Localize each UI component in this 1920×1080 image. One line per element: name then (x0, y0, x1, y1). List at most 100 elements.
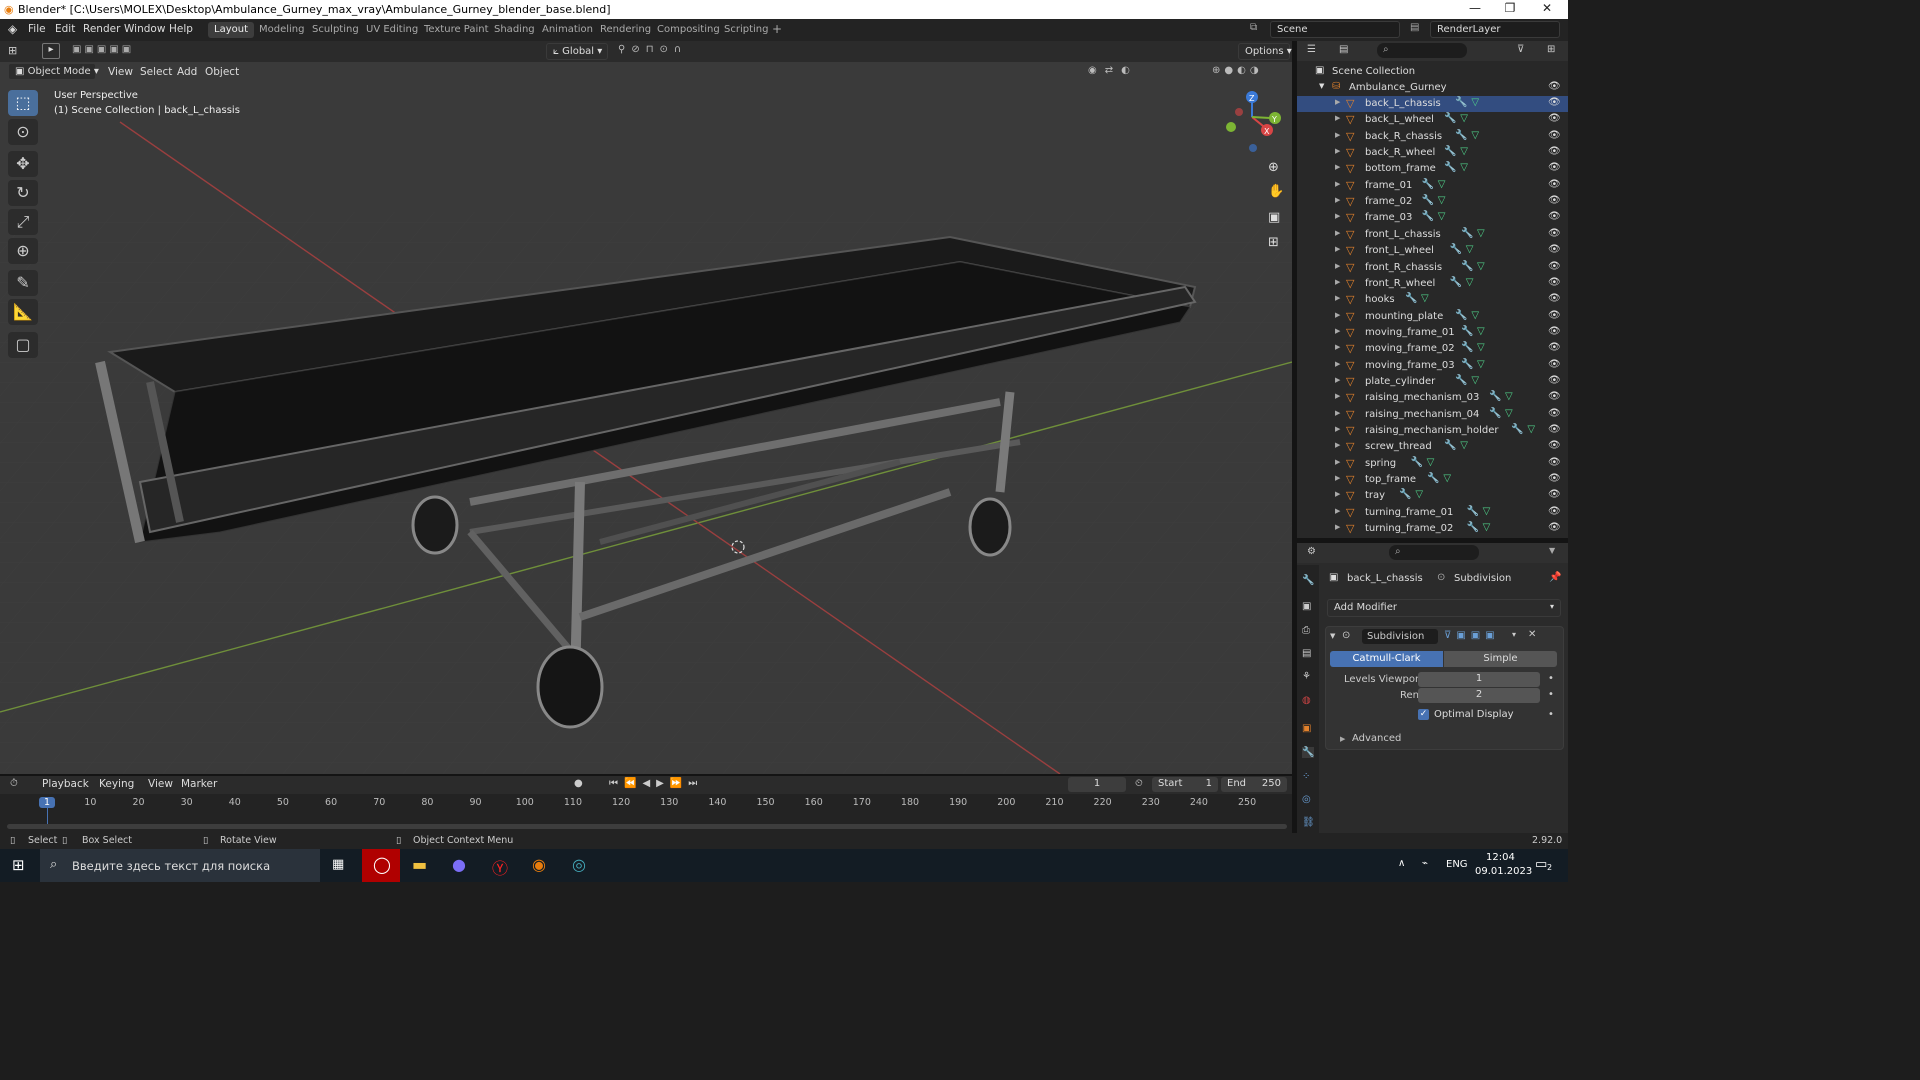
timeline-editor-icon[interactable]: ⏱ (10, 778, 18, 789)
outliner-object-row[interactable]: ▶ ▽ plate_cylinder 👁 🔧 ▽ (1297, 374, 1568, 390)
mesh-data-icon[interactable]: ▽ (1443, 473, 1451, 484)
mesh-data-icon[interactable]: ▽ (1438, 195, 1446, 206)
task-view-icon[interactable]: ▦ (332, 857, 344, 872)
mesh-data-icon[interactable]: ▽ (1477, 359, 1485, 370)
pin-icon[interactable]: 📌 (1549, 572, 1561, 583)
outliner-object-row[interactable]: ▶ ▽ moving_frame_01 👁 🔧 ▽ (1297, 325, 1568, 341)
mesh-data-icon[interactable]: ▽ (1466, 277, 1474, 288)
eye-icon[interactable]: 👁 (1548, 228, 1561, 239)
modifier-wrench-icon[interactable]: 🔧 (1422, 179, 1434, 190)
mesh-data-icon[interactable]: ▽ (1483, 506, 1491, 517)
menu-marker[interactable]: Marker (181, 778, 217, 790)
file-explorer-icon[interactable]: ▬ (412, 855, 427, 874)
physics-tab-icon[interactable]: ◎ (1302, 794, 1311, 805)
taskbar-search-box[interactable]: ⌕ Введите здесь текст для поиска (40, 849, 320, 882)
expand-arrow-icon[interactable]: ▶ (1335, 409, 1340, 417)
close-icon[interactable]: ✕ (1528, 629, 1536, 640)
yandex-browser-icon[interactable]: Ⓨ (492, 855, 508, 879)
modifier-wrench-icon[interactable]: 🔧 (1461, 228, 1473, 239)
expand-arrow-icon[interactable]: ▶ (1335, 474, 1340, 482)
modifier-wrench-icon[interactable]: 🔧 (1450, 277, 1462, 288)
mesh-data-icon[interactable]: ▽ (1477, 342, 1485, 353)
notification-icon[interactable]: ▭ (1535, 857, 1547, 872)
modifier-wrench-icon[interactable]: 🔧 (1422, 211, 1434, 222)
modifier-wrench-icon[interactable]: 🔧 (1455, 375, 1467, 386)
modifier-wrench-icon[interactable]: 🔧 (1467, 522, 1479, 533)
properties-search-input[interactable]: ⌕ (1389, 545, 1479, 560)
expand-arrow-icon[interactable]: ▶ (1335, 425, 1340, 433)
menu-file[interactable]: File (28, 23, 46, 35)
modifier-wrench-icon[interactable]: 🔧 (1455, 310, 1467, 321)
eye-icon[interactable]: 👁 (1548, 261, 1561, 272)
selection-mode-icons[interactable]: ▣▣▣▣▣ (72, 44, 134, 55)
outliner-object-row[interactable]: ▶ ▽ hooks 👁 🔧 ▽ (1297, 292, 1568, 308)
object-mode-dropdown[interactable]: ▣ Object Mode ▾ (8, 63, 99, 80)
opera-app[interactable]: ◯ (362, 849, 400, 882)
cursor-tool[interactable]: ⊙ (8, 119, 38, 145)
outliner-object-row[interactable]: ▶ ▽ frame_01 👁 🔧 ▽ (1297, 178, 1568, 194)
render-levels-field[interactable]: 2 (1418, 688, 1540, 703)
object-tab-icon[interactable]: ▣ (1302, 723, 1311, 734)
expand-arrow-icon[interactable]: ▶ (1335, 490, 1340, 498)
eye-icon[interactable]: 👁 (1548, 211, 1561, 222)
expand-arrow-icon[interactable]: ▶ (1335, 311, 1340, 319)
modifier-display-toggle-icons[interactable]: ⊽▣▣▣ (1444, 630, 1500, 641)
keyframe-dot-icon[interactable]: • (1548, 709, 1554, 720)
mesh-data-icon[interactable]: ▽ (1471, 310, 1479, 321)
eye-icon[interactable]: 👁 (1548, 375, 1561, 386)
outliner-object-row[interactable]: ▶ ▽ front_R_wheel 👁 🔧 ▽ (1297, 276, 1568, 292)
eye-icon[interactable]: 👁 (1548, 408, 1561, 419)
mesh-data-icon[interactable]: ▽ (1460, 146, 1468, 157)
expand-arrow-icon[interactable]: ▶ (1335, 441, 1340, 449)
mesh-data-icon[interactable]: ▽ (1460, 440, 1468, 451)
options-dropdown[interactable]: Options ▾ (1238, 43, 1292, 60)
scene-collection-row[interactable]: ▣ Scene Collection (1297, 64, 1568, 80)
tab-modeling[interactable]: Modeling (253, 22, 311, 38)
outliner-object-row[interactable]: ▶ ▽ frame_02 👁 🔧 ▽ (1297, 194, 1568, 210)
outliner-object-row[interactable]: ▶ ▽ raising_mechanism_03 👁 🔧 ▽ (1297, 390, 1568, 406)
mesh-data-icon[interactable]: ▽ (1460, 162, 1468, 173)
eye-icon[interactable]: 👁 (1548, 489, 1561, 500)
modifier-wrench-icon[interactable]: 🔧 (1405, 293, 1417, 304)
expand-arrow-icon[interactable]: ▶ (1335, 147, 1340, 155)
menu-window[interactable]: Window (124, 23, 165, 35)
outliner-editor-icon[interactable]: ☰ (1307, 44, 1316, 55)
mesh-data-icon[interactable]: ▽ (1471, 375, 1479, 386)
eye-icon[interactable]: 👁 (1548, 506, 1561, 517)
render-tab-icon[interactable]: ▣ (1302, 601, 1311, 612)
maximize-button[interactable]: ❐ (1495, 1, 1525, 15)
snap-proportional-icons[interactable]: ⚲⊘⊓⊙∩ (618, 44, 687, 55)
outliner-object-row[interactable]: ▶ ▽ back_R_wheel 👁 🔧 ▽ (1297, 145, 1568, 161)
modifier-wrench-icon[interactable]: 🔧 (1399, 489, 1411, 500)
menu-view[interactable]: View (108, 66, 133, 78)
outliner-object-row[interactable]: ▶ ▽ front_L_wheel 👁 🔧 ▽ (1297, 243, 1568, 259)
end-frame-field[interactable]: End 250 (1221, 777, 1287, 792)
eye-icon[interactable]: 👁 (1548, 244, 1561, 255)
measure-tool[interactable]: 📐 (8, 299, 38, 325)
collection-row[interactable]: ▼ ⛁ Ambulance_Gurney 👁 (1297, 80, 1568, 96)
simple-button[interactable]: Simple (1444, 651, 1557, 667)
mesh-data-icon[interactable]: ▽ (1527, 424, 1535, 435)
keyframe-dot-icon[interactable]: • (1548, 673, 1554, 684)
modifier-wrench-icon[interactable]: 🔧 (1427, 473, 1439, 484)
tab-uv-editing[interactable]: UV Editing (360, 22, 424, 38)
eye-icon[interactable]: 👁 (1548, 326, 1561, 337)
modifier-wrench-icon[interactable]: 🔧 (1461, 261, 1473, 272)
expand-arrow-icon[interactable]: ▶ (1335, 523, 1340, 531)
tool-tab-icon[interactable]: 🔧 (1302, 575, 1314, 586)
scene-tab-icon[interactable]: ⚘ (1302, 671, 1311, 682)
add-modifier-button[interactable]: Add Modifier ▾ (1327, 599, 1561, 617)
expand-arrow-icon[interactable]: ▶ (1335, 229, 1340, 237)
expand-arrow-icon[interactable]: ▶ (1340, 735, 1345, 743)
start-frame-field[interactable]: Start 1 (1152, 777, 1218, 792)
levels-viewport-field[interactable]: 1 (1418, 672, 1540, 687)
modifier-wrench-icon[interactable]: 🔧 (1461, 342, 1473, 353)
eye-icon[interactable]: 👁 (1548, 130, 1561, 141)
outliner-object-row[interactable]: ▶ ▽ front_L_chassis 👁 🔧 ▽ (1297, 227, 1568, 243)
expand-arrow-icon[interactable]: ▶ (1335, 163, 1340, 171)
discord-icon[interactable]: ● (452, 855, 466, 874)
mesh-data-icon[interactable]: ▽ (1415, 489, 1423, 500)
tray-chevron-icon[interactable]: ∧ (1398, 858, 1405, 869)
modifier-wrench-icon[interactable]: 🔧 (1444, 146, 1456, 157)
expand-arrow-icon[interactable]: ▶ (1335, 327, 1340, 335)
